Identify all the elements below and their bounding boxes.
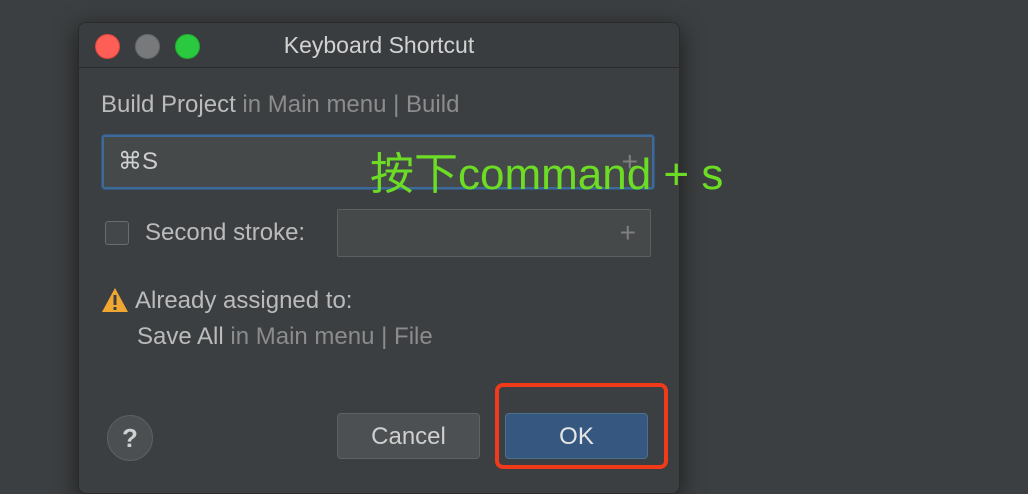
ok-highlight-box	[495, 383, 668, 469]
second-stroke-label: Second stroke:	[145, 219, 306, 246]
action-description: Build Project in Main menu | Build	[101, 91, 459, 119]
instruction-annotation: 按下command + s	[370, 150, 724, 199]
second-stroke-checkbox[interactable]	[105, 221, 129, 245]
conflicting-action: Save All in Main menu | File	[137, 323, 433, 351]
conflicting-action-name: Save All	[137, 323, 224, 350]
help-button[interactable]: ?	[107, 415, 153, 461]
warning-triangle-icon	[102, 288, 128, 312]
cancel-button[interactable]: Cancel	[337, 413, 480, 459]
action-location: in Main menu | Build	[242, 91, 460, 118]
action-name: Build Project	[101, 91, 236, 118]
conflicting-action-location: in Main menu | File	[230, 323, 433, 350]
second-stroke-input[interactable]: +	[337, 209, 651, 257]
conflict-warning-text: Already assigned to:	[135, 287, 353, 314]
dialog-title: Keyboard Shortcut	[283, 32, 475, 58]
add-second-stroke-icon[interactable]: +	[620, 210, 636, 256]
shortcut-value: ⌘S	[118, 148, 159, 175]
title-bar: Keyboard Shortcut	[79, 23, 679, 68]
